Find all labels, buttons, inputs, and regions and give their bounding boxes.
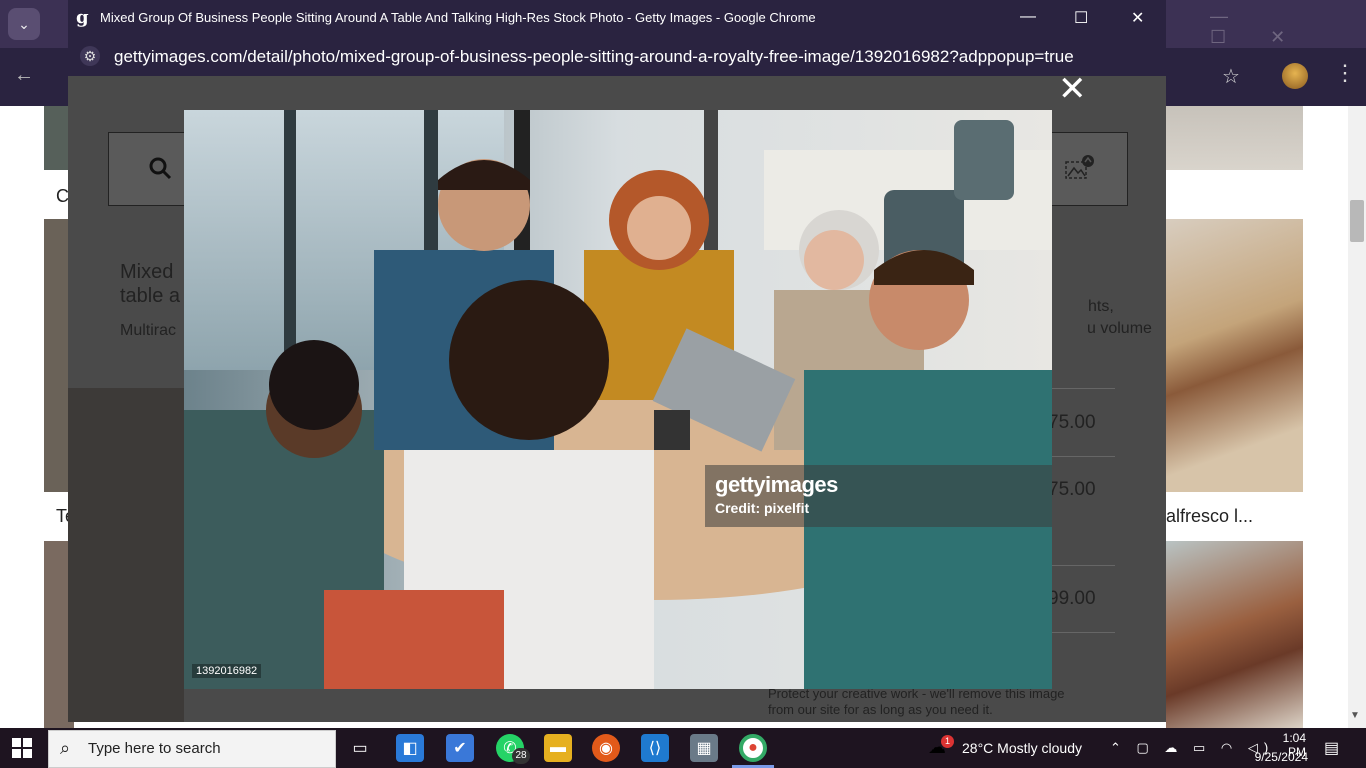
task-view-icon[interactable]: ▭	[346, 734, 374, 762]
scrollbar-thumb[interactable]	[1350, 200, 1364, 242]
vscode-icon[interactable]: ⟨⟩	[641, 734, 669, 762]
chevron-down-icon: ⌄	[18, 15, 30, 32]
tab-search-button[interactable]: ⌄	[8, 8, 40, 40]
preview-photo: gettyimages Credit: pixelfit 1392016982	[184, 110, 1052, 689]
file-explorer-icon[interactable]: ▬	[544, 734, 572, 762]
volume-text: u volume	[1087, 320, 1152, 337]
price-option[interactable]: 75.00	[1048, 412, 1096, 434]
todo-icon[interactable]: ✔	[446, 734, 474, 762]
minimize-button[interactable]: —	[1020, 8, 1036, 26]
microsoft-store-icon[interactable]: ◧	[396, 734, 424, 762]
search-icon[interactable]	[148, 156, 172, 186]
clock-date[interactable]: 9/25/2024	[1246, 750, 1308, 764]
image-tile[interactable]	[1166, 541, 1303, 728]
notification-center-icon[interactable]: ▤	[1324, 738, 1339, 758]
maximize-button[interactable]: ☐	[1074, 8, 1088, 28]
close-preview-button[interactable]: ✕	[1058, 72, 1087, 106]
firefox-icon[interactable]: ◉	[592, 734, 620, 762]
protect-work-text: Protect your creative work - we'll remov…	[768, 686, 1065, 717]
star-icon: ☆	[1222, 66, 1240, 88]
site-info-icon[interactable]: ⚙	[80, 46, 100, 66]
chrome-icon[interactable]: ●	[739, 734, 767, 762]
image-tile[interactable]	[1166, 106, 1303, 170]
price-option[interactable]: 99.00	[1048, 588, 1096, 610]
getty-favicon-icon: g	[76, 7, 89, 28]
image-tile[interactable]	[1166, 219, 1303, 492]
price-divider	[1043, 632, 1115, 633]
calculator-icon[interactable]: ▦	[690, 734, 718, 762]
search-icon: ⌕	[60, 738, 71, 758]
windows-start-icon[interactable]	[12, 738, 32, 758]
bookmark-button[interactable]: ☆	[1222, 64, 1240, 89]
profile-avatar[interactable]	[1282, 63, 1308, 89]
kebab-menu-icon: ⋮	[1334, 60, 1356, 85]
window-title: Mixed Group Of Business People Sitting A…	[100, 10, 816, 25]
weather-badge: 1	[941, 735, 954, 748]
scroll-down-arrow-icon[interactable]: ▼	[1350, 710, 1360, 721]
thumbnail-strip	[68, 388, 184, 722]
close-window-button[interactable]: ✕	[1131, 8, 1144, 28]
page-subtitle: Multirac	[120, 322, 177, 339]
image-id: 1392016982	[192, 664, 262, 678]
rights-text: hts,	[1088, 298, 1114, 315]
url-text[interactable]: gettyimages.com/detail/photo/mixed-group…	[114, 47, 1074, 67]
whatsapp-badge: 28	[512, 748, 530, 764]
price-divider	[1043, 565, 1115, 566]
price-option[interactable]: 75.00	[1048, 479, 1096, 501]
arrow-left-icon: ←	[14, 64, 34, 86]
taskbar-search-placeholder: Type here to search	[88, 740, 221, 757]
getty-watermark: gettyimages	[715, 472, 838, 497]
price-divider	[1043, 456, 1115, 457]
browser-menu-button[interactable]: ⋮	[1334, 62, 1356, 84]
weather-text[interactable]: 28°C Mostly cloudy	[962, 740, 1082, 756]
search-by-image-icon[interactable]	[1064, 154, 1094, 182]
photo-credit: Credit: pixelfit	[715, 500, 810, 516]
back-button[interactable]: ←	[14, 64, 34, 87]
tile-caption[interactable]: alfresco l...	[1166, 506, 1253, 527]
background-window-controls: —☐✕	[1210, 6, 1330, 47]
price-divider	[1043, 388, 1115, 389]
